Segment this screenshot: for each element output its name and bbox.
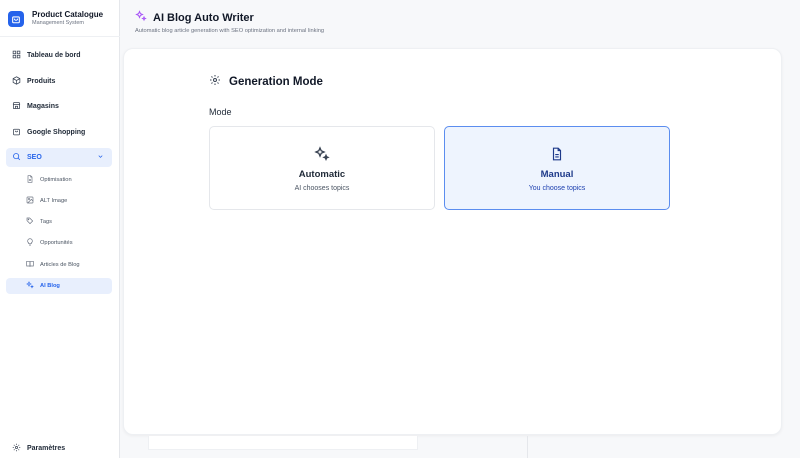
sidebar-item-products[interactable]: Produits bbox=[6, 72, 112, 91]
sidebar-item-label: Tags bbox=[40, 219, 53, 226]
sidebar-item-label: ALT Image bbox=[40, 197, 68, 204]
sidebar-item-label: Magasins bbox=[27, 103, 59, 110]
sparkles-icon bbox=[314, 145, 330, 163]
book-open-icon bbox=[26, 260, 34, 270]
secondary-panel bbox=[148, 436, 418, 450]
gear-icon bbox=[12, 443, 21, 454]
sidebar-item-label: SEO bbox=[27, 154, 42, 161]
page-title: AI Blog Auto Writer bbox=[135, 10, 324, 25]
mode-label: Mode bbox=[209, 107, 232, 117]
sidebar-item-ai-blog[interactable]: AI Blog bbox=[6, 277, 112, 294]
sidebar-item-stores[interactable]: Magasins bbox=[6, 97, 112, 116]
section-title: Generation Mode bbox=[209, 74, 323, 89]
sidebar: Product Catalogue Management System Tabl… bbox=[0, 0, 120, 458]
file-icon bbox=[26, 174, 34, 185]
sidebar-item-label: Optimisation bbox=[40, 176, 72, 183]
sparkles-icon bbox=[26, 281, 34, 291]
image-icon bbox=[26, 196, 34, 206]
mode-option-automatic[interactable]: Automatic AI chooses topics bbox=[209, 126, 435, 210]
sidebar-item-label: Produits bbox=[27, 77, 56, 85]
sidebar-item-label: Tableau de bord bbox=[27, 52, 81, 59]
mode-option-desc: AI chooses topics bbox=[294, 184, 350, 192]
sidebar-item-label: Google Shopping bbox=[27, 128, 86, 136]
lightbulb-icon bbox=[26, 238, 34, 248]
sidebar-item-label: Articles de Blog bbox=[40, 261, 80, 268]
sidebar-item-optimisation[interactable]: Optimisation bbox=[6, 172, 112, 188]
sidebar-item-tags[interactable]: Tags bbox=[6, 214, 112, 230]
sidebar-divider bbox=[0, 36, 120, 37]
sidebar-item-dashboard[interactable]: Tableau de bord bbox=[6, 46, 112, 65]
sidebar-item-label: Paramètres bbox=[27, 445, 66, 452]
divider bbox=[527, 436, 528, 458]
brand-title: Product Catalogue bbox=[32, 10, 104, 20]
search-icon bbox=[12, 152, 21, 163]
package-icon bbox=[12, 75, 21, 87]
sidebar-item-alt-image[interactable]: ALT Image bbox=[6, 193, 112, 209]
sparkles-icon bbox=[135, 10, 147, 25]
sidebar-item-opportunites[interactable]: Opportunités bbox=[6, 235, 112, 251]
page-subtitle: Automatic blog article generation with S… bbox=[135, 28, 325, 34]
mode-option-desc: You choose topics bbox=[528, 184, 586, 192]
brand-subtitle: Management System bbox=[32, 20, 84, 27]
grid-icon bbox=[12, 50, 21, 61]
sidebar-item-google-shopping[interactable]: Google Shopping bbox=[6, 123, 112, 142]
tag-icon bbox=[26, 217, 34, 227]
sidebar-item-articles[interactable]: Articles de Blog bbox=[6, 257, 112, 273]
mode-option-title: Manual bbox=[540, 168, 574, 180]
store-icon bbox=[12, 101, 21, 112]
chevron-down-icon[interactable] bbox=[97, 153, 104, 162]
page-title-text: AI Blog Auto Writer bbox=[153, 11, 254, 24]
sidebar-item-label: AI Blog bbox=[40, 282, 60, 289]
shopping-bag-icon bbox=[12, 127, 21, 138]
seo-submenu: Optimisation ALT Image Tags Opportunités… bbox=[6, 172, 112, 294]
sidebar-item-label: Opportunités bbox=[40, 240, 73, 247]
brand[interactable]: Product Catalogue Management System bbox=[8, 6, 103, 32]
sidebar-item-settings[interactable]: Paramètres bbox=[12, 443, 65, 454]
gear-icon bbox=[209, 74, 221, 89]
mode-option-manual[interactable]: Manual You choose topics bbox=[444, 126, 670, 210]
bag-logo-icon bbox=[8, 11, 24, 27]
section-title-text: Generation Mode bbox=[229, 75, 323, 88]
file-text-icon bbox=[550, 145, 564, 163]
sidebar-nav: Tableau de bord Produits Magasins Google… bbox=[6, 46, 112, 299]
page-header: AI Blog Auto Writer Automatic blog artic… bbox=[135, 10, 324, 34]
sidebar-item-seo[interactable]: SEO bbox=[6, 148, 112, 167]
mode-option-title: Automatic bbox=[298, 168, 346, 180]
